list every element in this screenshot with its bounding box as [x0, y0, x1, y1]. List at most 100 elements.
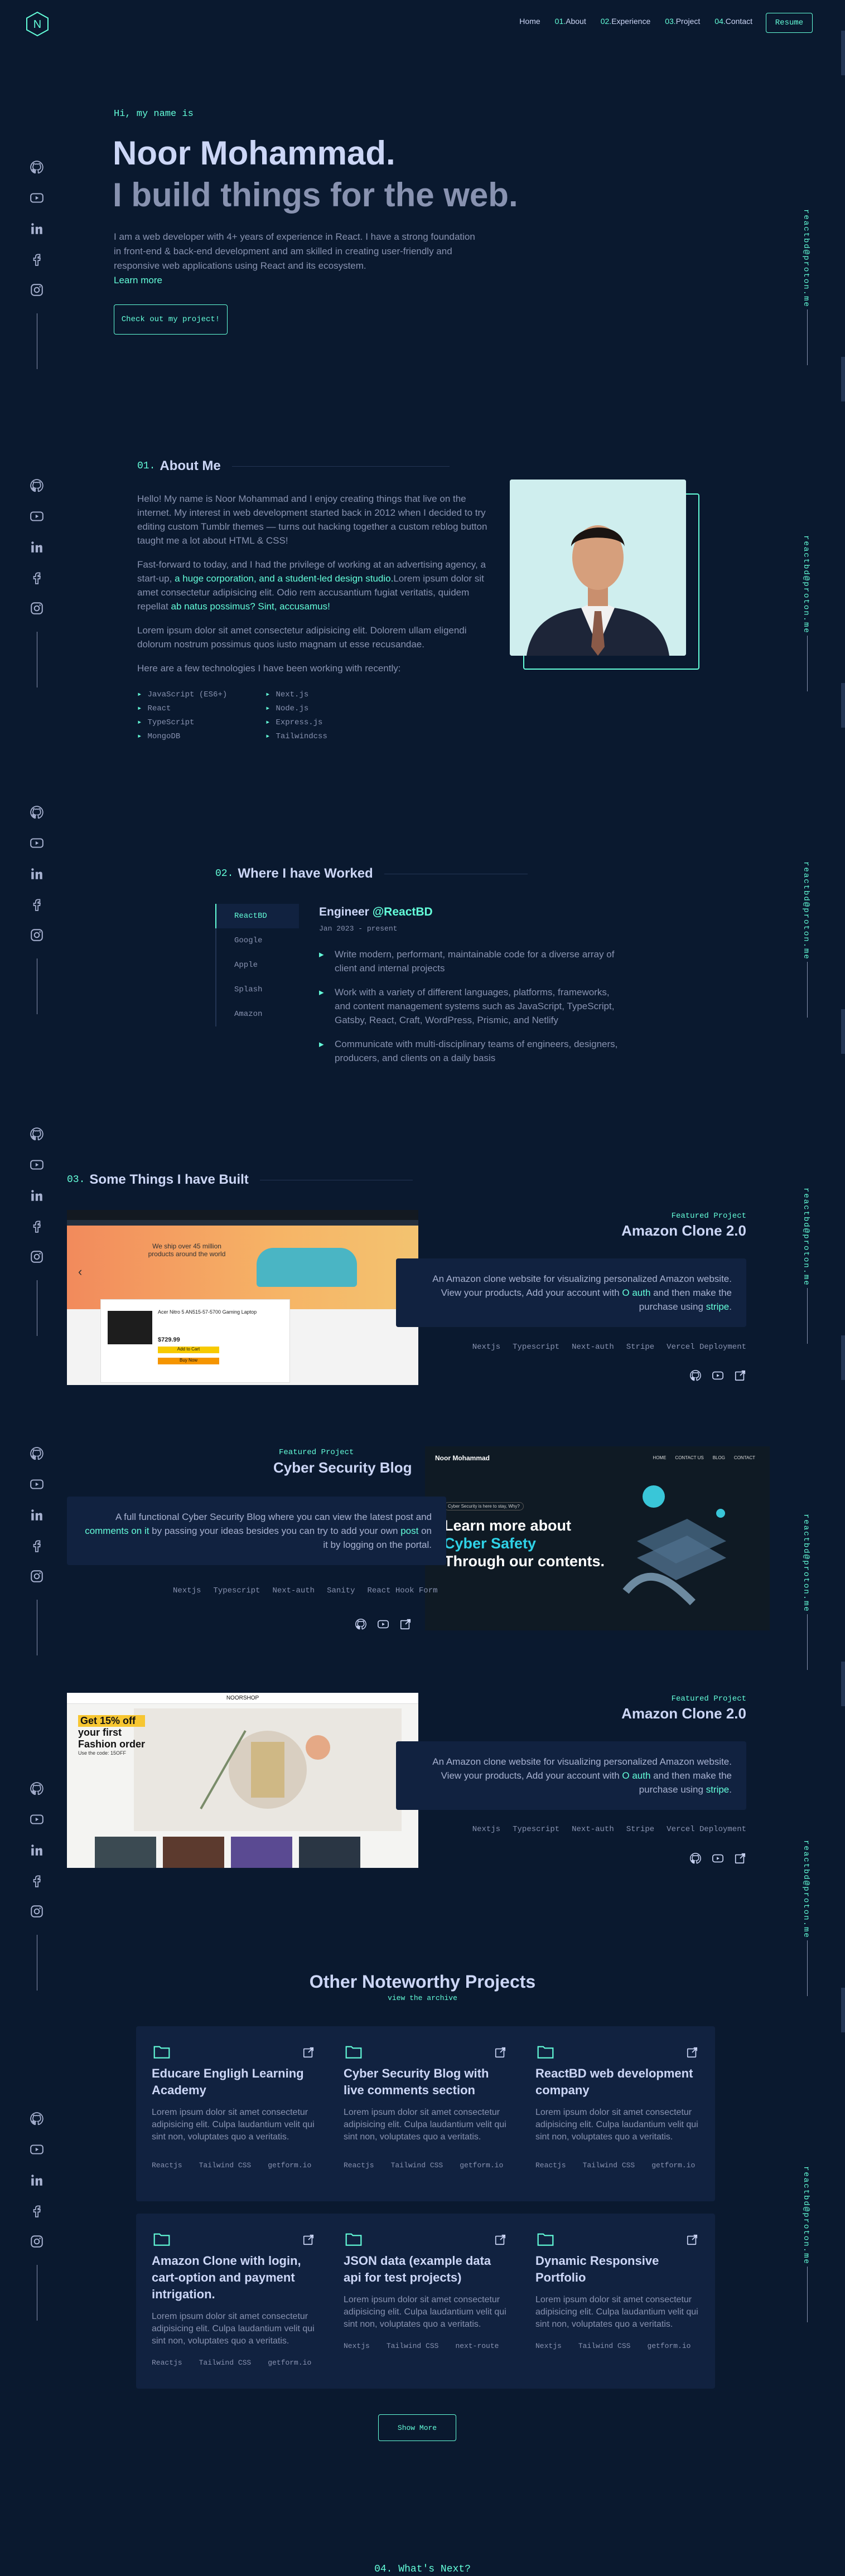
external-link-icon[interactable]: [302, 2046, 315, 2059]
card-title: JSON data (example data api for test pro…: [344, 2254, 491, 2284]
shot-headline: Learn more about Cyber Safety Through ou…: [444, 1517, 605, 1570]
nav-contact[interactable]: 04.Contact: [714, 17, 752, 26]
youtube-icon[interactable]: [30, 1812, 44, 1827]
project-2-title[interactable]: Cyber Security Blog: [273, 1459, 412, 1476]
project-3-title[interactable]: Amazon Clone 2.0: [621, 1705, 746, 1722]
learn-more-link[interactable]: Learn more: [114, 275, 162, 285]
buy-now-button[interactable]: Buy Now: [158, 1358, 219, 1364]
nav-home[interactable]: Home: [519, 17, 540, 26]
nav-about[interactable]: 01.About: [555, 17, 586, 26]
instagram-icon[interactable]: [30, 928, 44, 942]
logo[interactable]: N: [25, 11, 50, 37]
job-duty: Work with a variety of different languag…: [319, 985, 620, 1027]
linkedin-icon[interactable]: [30, 866, 44, 881]
instagram-icon[interactable]: [30, 601, 44, 616]
facebook-icon[interactable]: [30, 570, 44, 585]
email-link[interactable]: reactbd@proton.me: [801, 1514, 810, 1613]
youtube-icon[interactable]: [30, 509, 44, 524]
noteworthy-card[interactable]: ReactBD web development company Lorem ip…: [520, 2026, 715, 2201]
view-archive-link[interactable]: view the archive: [0, 1994, 845, 2002]
external-link-icon[interactable]: [302, 2234, 315, 2246]
linkedin-icon[interactable]: [30, 540, 44, 554]
github-icon[interactable]: [30, 805, 44, 820]
email-link[interactable]: reactbd@proton.me: [801, 2166, 810, 2265]
github-icon[interactable]: [30, 160, 44, 175]
add-to-cart-button[interactable]: Add to Cart: [158, 1347, 219, 1353]
github-icon[interactable]: [689, 1852, 702, 1865]
email-link[interactable]: reactbd@proton.me: [801, 861, 810, 960]
external-link-icon[interactable]: [494, 2046, 506, 2059]
noteworthy-card[interactable]: Cyber Security Blog with live comments s…: [328, 2026, 523, 2201]
external-link-icon[interactable]: [734, 1852, 746, 1865]
youtube-icon[interactable]: [30, 1158, 44, 1172]
email-link[interactable]: reactbd@proton.me: [801, 1840, 810, 1939]
project-1-screenshot[interactable]: We ship over 45 million products around …: [67, 1210, 418, 1385]
github-icon[interactable]: [30, 1446, 44, 1461]
scrollbar-thumb[interactable]: [841, 357, 845, 401]
instagram-icon[interactable]: [30, 2234, 44, 2249]
linkedin-icon[interactable]: [30, 2173, 44, 2187]
scrollbar-thumb[interactable]: [841, 1009, 845, 1054]
instagram-icon[interactable]: [30, 1904, 44, 1919]
youtube-icon[interactable]: [712, 1369, 724, 1382]
instagram-icon[interactable]: [30, 283, 44, 297]
tech-item: Node.js: [265, 704, 377, 713]
github-icon[interactable]: [30, 1127, 44, 1141]
youtube-icon[interactable]: [712, 1852, 724, 1865]
email-link[interactable]: reactbd@proton.me: [801, 535, 810, 634]
scrollbar-thumb[interactable]: [841, 1335, 845, 1380]
facebook-icon[interactable]: [30, 1873, 44, 1888]
check-projects-button[interactable]: Check out my project!: [114, 304, 228, 335]
tab-splash[interactable]: Splash: [216, 977, 299, 1002]
email-link[interactable]: reactbd@proton.me: [801, 209, 810, 308]
youtube-icon[interactable]: [30, 2142, 44, 2157]
project-1-title[interactable]: Amazon Clone 2.0: [621, 1222, 746, 1239]
job-company-link[interactable]: @ReactBD: [373, 906, 433, 918]
noteworthy-card[interactable]: Educare Engligh Learning Academy Lorem i…: [136, 2026, 331, 2201]
facebook-icon[interactable]: [30, 252, 44, 267]
github-icon[interactable]: [355, 1618, 367, 1630]
nav-project[interactable]: 03.Project: [665, 17, 700, 26]
email-link[interactable]: reactbd@proton.me: [801, 1188, 810, 1286]
scrollbar-thumb[interactable]: [841, 683, 845, 728]
project-3-screenshot[interactable]: NOORSHOP Get 15% off your first Fashion …: [67, 1693, 418, 1868]
linkedin-icon[interactable]: [30, 1843, 44, 1857]
youtube-icon[interactable]: [30, 1477, 44, 1492]
facebook-icon[interactable]: [30, 1538, 44, 1553]
carousel-prev-icon[interactable]: ‹: [78, 1265, 82, 1279]
external-link-icon[interactable]: [734, 1369, 746, 1382]
scrollbar-thumb[interactable]: [841, 1662, 845, 1706]
noteworthy-card[interactable]: Dynamic Responsive Portfolio Lorem ipsum…: [520, 2214, 715, 2389]
youtube-icon[interactable]: [30, 836, 44, 850]
show-more-button[interactable]: Show More: [378, 2414, 456, 2441]
external-link-icon[interactable]: [686, 2234, 698, 2246]
youtube-icon[interactable]: [377, 1618, 389, 1630]
github-icon[interactable]: [30, 2112, 44, 2126]
scrollbar-thumb[interactable]: [841, 31, 845, 75]
external-link-icon[interactable]: [494, 2234, 506, 2246]
external-link-icon[interactable]: [399, 1618, 412, 1630]
resume-button[interactable]: Resume: [766, 13, 813, 33]
tab-amazon[interactable]: Amazon: [216, 1002, 299, 1026]
nav-experience[interactable]: 02.Experience: [601, 17, 651, 26]
instagram-icon[interactable]: [30, 1569, 44, 1584]
github-icon[interactable]: [30, 1781, 44, 1796]
instagram-icon[interactable]: [30, 1250, 44, 1264]
tab-apple[interactable]: Apple: [216, 953, 299, 977]
facebook-icon[interactable]: [30, 2204, 44, 2218]
linkedin-icon[interactable]: [30, 221, 44, 236]
tab-google[interactable]: Google: [216, 928, 299, 953]
facebook-icon[interactable]: [30, 1219, 44, 1233]
external-link-icon[interactable]: [686, 2046, 698, 2059]
noteworthy-card[interactable]: Amazon Clone with login, cart-option and…: [136, 2214, 331, 2389]
tech-tag: Next-auth: [272, 1586, 315, 1595]
facebook-icon[interactable]: [30, 897, 44, 912]
youtube-icon[interactable]: [30, 191, 44, 205]
noteworthy-card[interactable]: JSON data (example data api for test pro…: [328, 2214, 523, 2389]
linkedin-icon[interactable]: [30, 1508, 44, 1522]
github-icon[interactable]: [689, 1369, 702, 1382]
project-2-screenshot[interactable]: Noor Mohammad HOME CONTACT US BLOG CONTACT …: [425, 1446, 770, 1630]
tab-reactbd[interactable]: ReactBD: [215, 904, 299, 928]
github-icon[interactable]: [30, 478, 44, 493]
linkedin-icon[interactable]: [30, 1188, 44, 1203]
